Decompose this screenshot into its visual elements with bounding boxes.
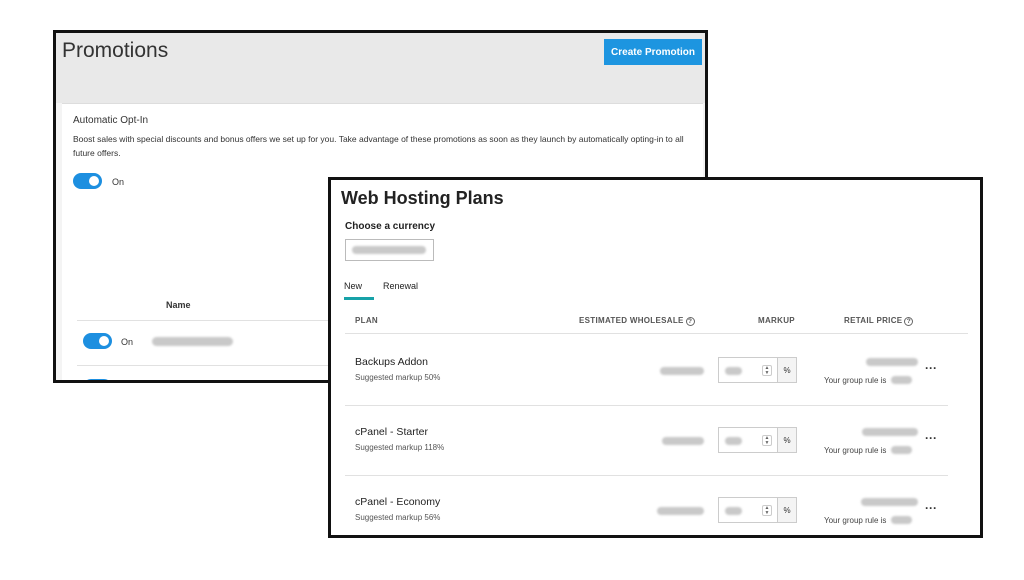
optin-description: Boost sales with special discounts and b… xyxy=(73,134,684,158)
markup-input[interactable]: ▲ ▼ xyxy=(718,497,778,523)
markup-input[interactable]: ▲ ▼ xyxy=(718,427,778,453)
stepper-icon[interactable]: ▲ ▼ xyxy=(762,435,772,446)
percent-unit: % xyxy=(777,497,797,523)
redacted-retail-price xyxy=(862,428,918,436)
plan-name: cPanel - Starter xyxy=(355,426,428,438)
promotion-row-toggle[interactable] xyxy=(83,333,112,349)
redacted-markup-value xyxy=(725,507,742,515)
redacted-wholesale-price xyxy=(657,507,704,515)
wholesale-column-label: ESTIMATED WHOLESALE xyxy=(579,316,684,325)
suggested-markup: Suggested markup 50% xyxy=(355,373,441,382)
retail-column-label: RETAIL PRICE xyxy=(844,316,903,325)
redacted-wholesale-price xyxy=(662,437,704,445)
redacted-markup-value xyxy=(725,437,742,445)
redacted-retail-price xyxy=(866,358,918,366)
redacted-group-rule xyxy=(891,376,912,384)
optin-toggle[interactable] xyxy=(73,173,102,189)
promotion-row-toggle-label: On xyxy=(121,337,134,347)
tab-new[interactable]: New xyxy=(344,281,362,291)
stepper-icon[interactable]: ▲ ▼ xyxy=(762,505,772,516)
redacted-group-rule xyxy=(891,516,912,524)
name-column-header: Name xyxy=(166,300,191,310)
more-options-icon[interactable]: ··· xyxy=(925,501,937,515)
optin-title: Automatic Opt-In xyxy=(73,115,149,126)
redacted-promotion-name xyxy=(152,337,233,346)
group-rule-text: Your group rule is xyxy=(824,376,887,385)
markup-input[interactable]: ▲ ▼ xyxy=(718,357,778,383)
plan-name: cPanel - Economy xyxy=(355,496,441,508)
retail-column-header: RETAIL PRICE? xyxy=(844,316,914,326)
row-divider xyxy=(345,475,948,476)
create-promotion-button[interactable]: Create Promotion xyxy=(604,39,702,65)
markup-column-header: MARKUP xyxy=(758,316,795,325)
redacted-group-rule xyxy=(891,446,912,454)
more-options-icon[interactable]: ··· xyxy=(925,431,937,445)
wholesale-column-header: ESTIMATED WHOLESALE? xyxy=(579,316,695,326)
row-divider xyxy=(345,405,948,406)
more-options-icon[interactable]: ··· xyxy=(925,361,937,375)
suggested-markup: Suggested markup 56% xyxy=(355,513,441,522)
plan-name: Backups Addon xyxy=(355,356,428,368)
plan-column-header: PLAN xyxy=(355,316,378,325)
tab-renewal[interactable]: Renewal xyxy=(383,281,418,291)
help-icon[interactable]: ? xyxy=(904,317,914,326)
group-rule-text: Your group rule is xyxy=(824,446,887,455)
suggested-markup: Suggested markup 118% xyxy=(355,443,445,452)
redacted-markup-value xyxy=(725,367,742,375)
header-divider xyxy=(345,333,968,334)
redacted-wholesale-price xyxy=(660,367,704,375)
active-tab-indicator xyxy=(344,297,374,300)
web-hosting-plans-window: Web Hosting Plans Choose a currency New … xyxy=(328,177,983,538)
group-rule-text: Your group rule is xyxy=(824,516,887,525)
page-title: Promotions xyxy=(62,39,169,62)
promotions-header: Promotions Create Promotion xyxy=(56,33,705,103)
percent-unit: % xyxy=(777,357,797,383)
currency-select[interactable] xyxy=(345,239,434,261)
currency-label: Choose a currency xyxy=(345,221,436,232)
redacted-retail-price xyxy=(861,498,918,506)
plans-title: Web Hosting Plans xyxy=(341,188,504,208)
redacted-currency-value xyxy=(352,246,426,254)
optin-toggle-label: On xyxy=(112,177,125,187)
percent-unit: % xyxy=(777,427,797,453)
stepper-icon[interactable]: ▲ ▼ xyxy=(762,365,772,376)
promotion-row-toggle[interactable] xyxy=(83,379,112,380)
help-icon[interactable]: ? xyxy=(685,317,695,326)
